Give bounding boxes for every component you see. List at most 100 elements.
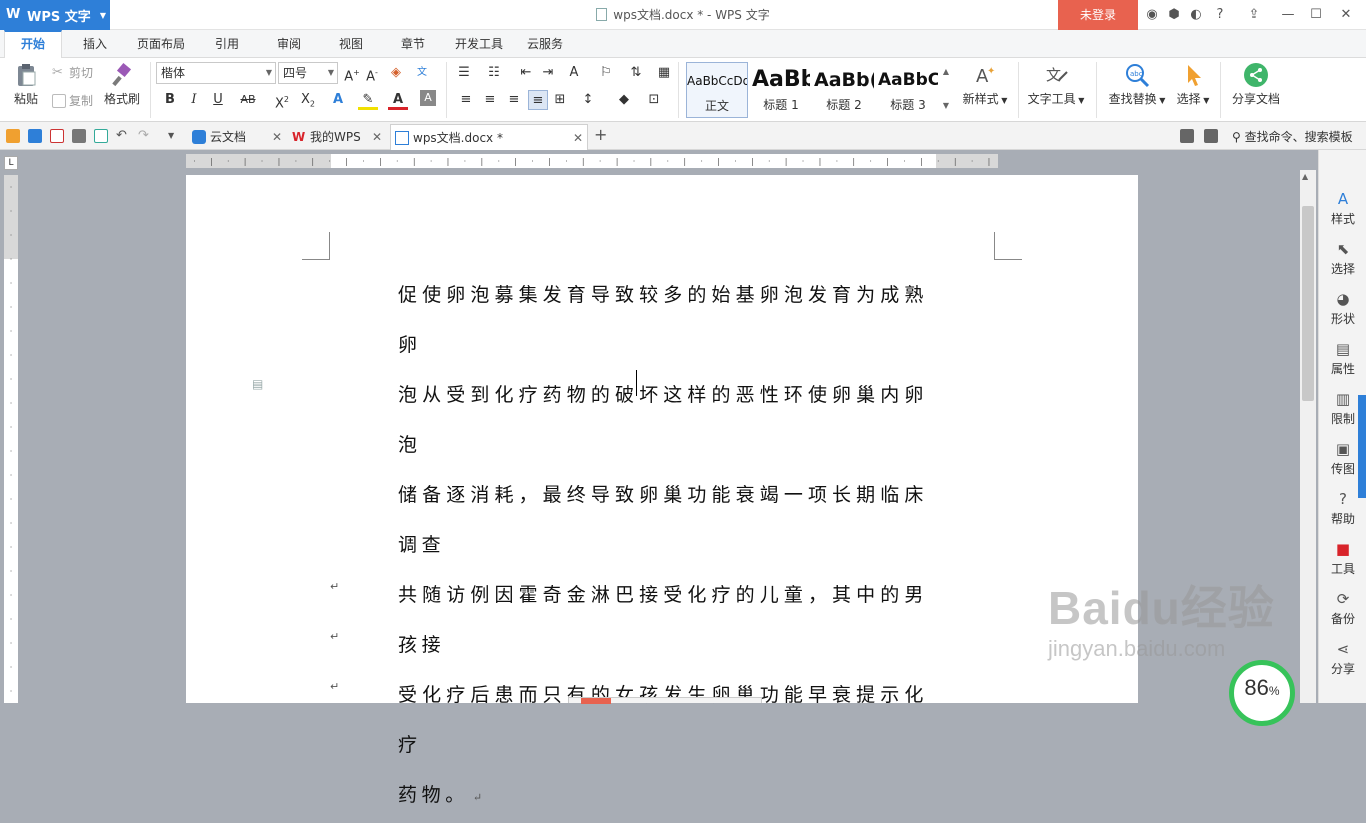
text-tools-button[interactable]: 文 文字工具 ▼	[1026, 62, 1086, 107]
style-heading-1[interactable]: AaBb 标题 1	[752, 62, 810, 118]
char-shading-icon[interactable]: A	[420, 90, 436, 106]
settings-icon[interactable]: ⬢	[1166, 7, 1182, 23]
document-map-icon[interactable]: ▤	[252, 377, 266, 391]
tab-wps-document[interactable]: wps文档.docx * ✕	[390, 124, 588, 150]
document-page[interactable]: 促使卵泡募集发育导致较多的始基卵泡发育为成熟卵 泡从受到化疗药物的破坏这样的恶性…	[186, 175, 1138, 806]
select-button[interactable]: 选择 ▼	[1172, 62, 1214, 107]
feedback-icon[interactable]: ◐	[1188, 7, 1204, 23]
bold-button[interactable]: B	[160, 90, 180, 110]
font-name-select[interactable]: 楷体 ▼	[156, 62, 276, 84]
maximize-icon[interactable]: ☐	[1308, 7, 1324, 23]
menu-view[interactable]: 视图	[328, 30, 374, 58]
menu-page-layout[interactable]: 页面布局	[132, 30, 190, 58]
open-folder-icon[interactable]	[6, 129, 20, 143]
save-icon[interactable]	[28, 129, 42, 143]
italic-button[interactable]: I	[184, 90, 204, 110]
upload-icon[interactable]: ⇪	[1246, 7, 1262, 23]
vertical-ruler[interactable]: · · · · · · · · · · · · · · · · · · · · · ·	[4, 175, 18, 703]
panel-backup[interactable]: ⟳ 备份	[1319, 590, 1366, 627]
close-icon[interactable]: ✕	[272, 124, 282, 150]
paste-button[interactable]: 粘贴	[6, 62, 46, 107]
menu-references[interactable]: 引用	[204, 30, 250, 58]
find-replace-button[interactable]: abc 查找替换 ▼	[1104, 62, 1170, 107]
clear-format-icon[interactable]: ◈	[386, 63, 406, 83]
tab-cloud-docs[interactable]: 云文档 ✕	[188, 124, 288, 150]
numbered-list-icon[interactable]: ☷	[484, 63, 504, 83]
document-body[interactable]: 促使卵泡募集发育导致较多的始基卵泡发育为成熟卵 泡从受到化疗药物的破坏这样的恶性…	[398, 270, 928, 823]
print-preview-icon[interactable]	[94, 129, 108, 143]
bottom-popup[interactable]	[568, 697, 762, 704]
distribute-icon[interactable]: ⊞	[550, 90, 570, 110]
screen-icon[interactable]	[1180, 129, 1194, 143]
zoom-indicator[interactable]: 86%	[1229, 660, 1295, 726]
font-size-select[interactable]: 四号 ▼	[278, 62, 338, 84]
horizontal-ruler[interactable]: · | · | · | · | · | · | · | · | · | · | · | · | · | · | · | · | · | · | · | · |…	[186, 154, 998, 168]
menu-cloud[interactable]: 云服务	[522, 30, 568, 58]
help-icon[interactable]: ?	[1212, 7, 1228, 23]
styles-scroll-icon[interactable]: ▲	[940, 62, 952, 82]
panel-select[interactable]: ⬉ 选择	[1319, 240, 1366, 277]
table-icon[interactable]: ▦	[654, 63, 674, 83]
tab-my-wps[interactable]: W 我的WPS ✕	[288, 124, 388, 150]
align-left-icon[interactable]: ≡	[456, 90, 476, 110]
text-effect-icon[interactable]: A	[328, 90, 348, 110]
align-right-icon[interactable]: ≡	[504, 90, 524, 110]
show-marks-icon[interactable]: ⚐	[596, 63, 616, 83]
menu-developer[interactable]: 开发工具	[450, 30, 508, 58]
panel-styles[interactable]: A 样式	[1319, 190, 1366, 227]
increase-indent-icon[interactable]: ⇥	[538, 63, 558, 83]
login-button[interactable]: 未登录	[1058, 0, 1138, 30]
tab-stop-selector[interactable]: L	[4, 156, 18, 170]
undo-icon[interactable]: ↶	[116, 129, 130, 143]
align-justify-icon[interactable]: ≡	[528, 90, 548, 110]
panel-share[interactable]: ⋖ 分享	[1319, 640, 1366, 677]
export-pdf-icon[interactable]	[50, 129, 64, 143]
superscript-button[interactable]: X2	[272, 90, 292, 111]
minimize-icon[interactable]: —	[1280, 7, 1296, 23]
bullet-list-icon[interactable]: ☰	[454, 63, 474, 83]
close-icon[interactable]: ✕	[573, 125, 583, 151]
line-spacing-icon[interactable]: ↕	[578, 90, 598, 110]
share-document-button[interactable]: 分享文档	[1228, 62, 1284, 107]
sort-icon[interactable]: ⇅	[626, 63, 646, 83]
decrease-indent-icon[interactable]: ⇤	[516, 63, 536, 83]
subscript-button[interactable]: X2	[298, 90, 318, 110]
menu-review[interactable]: 审阅	[266, 30, 312, 58]
shrink-font-button[interactable]: A-	[362, 63, 382, 84]
skin-icon[interactable]: ◉	[1144, 7, 1160, 23]
menu-home[interactable]: 开始	[4, 30, 62, 59]
menu-chapter[interactable]: 章节	[390, 30, 436, 58]
pinyin-icon[interactable]: 文	[412, 63, 432, 83]
forward-icon[interactable]	[1204, 129, 1218, 143]
panel-collapse-handle[interactable]	[1358, 395, 1366, 498]
command-search[interactable]: ⚲ 查找命令、搜索模板	[1232, 128, 1353, 145]
panel-shapes[interactable]: ◕ 形状	[1319, 290, 1366, 327]
border-icon[interactable]: ⊡	[644, 90, 664, 110]
chevron-down-icon[interactable]: ▼	[168, 129, 182, 143]
scrollbar-thumb[interactable]	[1302, 206, 1314, 401]
strikethrough-button[interactable]: AB	[238, 90, 258, 110]
panel-properties[interactable]: ▤ 属性	[1319, 340, 1366, 377]
grow-font-button[interactable]: A+	[342, 63, 362, 84]
highlight-icon[interactable]: ✎	[358, 90, 378, 110]
chinese-layout-icon[interactable]: A	[564, 63, 584, 83]
style-normal[interactable]: AaBbCcDd 正文	[686, 62, 748, 118]
redo-icon[interactable]: ↷	[138, 129, 152, 143]
print-icon[interactable]	[72, 129, 86, 143]
new-tab-icon[interactable]: +	[594, 127, 608, 143]
font-color-icon[interactable]: A	[388, 90, 408, 110]
align-center-icon[interactable]: ≡	[480, 90, 500, 110]
close-icon[interactable]: ✕	[372, 124, 382, 150]
new-style-button[interactable]: A ✦ 新样式 ▼	[958, 62, 1012, 107]
close-icon[interactable]: ✕	[1338, 7, 1354, 23]
menu-insert[interactable]: 插入	[72, 30, 118, 58]
scroll-up-icon[interactable]: ▲	[1302, 172, 1308, 181]
panel-tools[interactable]: ■ 工具	[1319, 540, 1366, 577]
styles-more-icon[interactable]: ▼	[940, 96, 952, 116]
vertical-scrollbar[interactable]: ▲	[1300, 170, 1316, 703]
shading-icon[interactable]: ◆	[614, 90, 634, 110]
style-heading-2[interactable]: AaBb( 标题 2	[814, 62, 874, 118]
format-painter-button[interactable]: 格式刷	[102, 62, 142, 107]
copy-button[interactable]: 复制	[52, 92, 93, 109]
cut-button[interactable]: ✂ 剪切	[52, 64, 93, 81]
